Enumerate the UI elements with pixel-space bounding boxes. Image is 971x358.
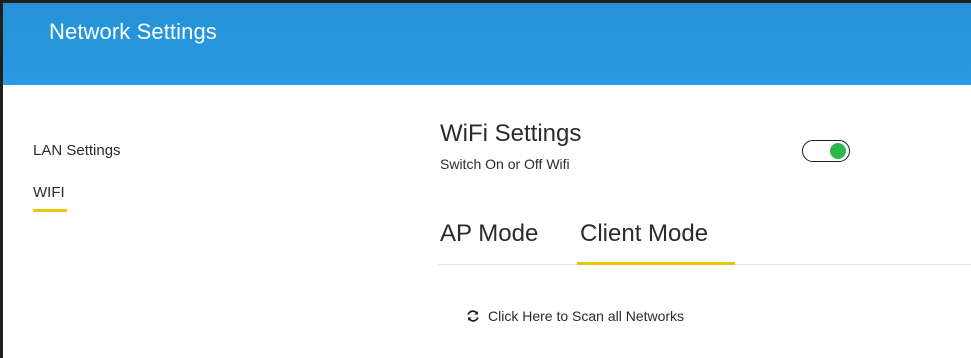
sidebar-active-indicator: [33, 209, 67, 212]
sidebar-item-lan-settings[interactable]: LAN Settings: [33, 142, 121, 159]
page-title: Network Settings: [49, 19, 217, 44]
tab-active-indicator: [577, 262, 735, 265]
toggle-knob: [830, 143, 846, 159]
tab-ap-mode[interactable]: AP Mode: [440, 220, 538, 248]
scan-networks-link[interactable]: Click Here to Scan all Networks: [466, 308, 684, 324]
app-frame: Network Settings LAN Settings WIFI WiFi …: [0, 0, 971, 358]
scan-networks-label: Click Here to Scan all Networks: [488, 308, 685, 324]
wifi-toggle[interactable]: [802, 140, 850, 162]
tab-client-mode[interactable]: Client Mode: [580, 220, 708, 248]
sidebar-item-wifi[interactable]: WIFI: [33, 184, 65, 201]
wifi-settings-subtitle: Switch On or Off Wifi: [440, 156, 570, 172]
wifi-settings-title: WiFi Settings: [440, 120, 582, 147]
header-bar: Network Settings: [3, 3, 971, 85]
refresh-icon: [467, 310, 479, 322]
